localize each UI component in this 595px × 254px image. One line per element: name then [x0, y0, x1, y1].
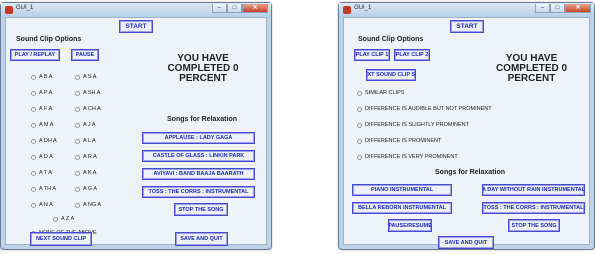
start-button[interactable]: START: [450, 20, 484, 33]
radio-icon: [31, 122, 36, 128]
save-quit-button[interactable]: SAVE AND QUIT: [175, 232, 228, 246]
radio-icon: [75, 154, 80, 160]
song-button-2[interactable]: CASTLE OF GLASS : LINKIN PARK: [142, 150, 255, 162]
radio-icon: [31, 106, 36, 112]
option-afa[interactable]: A F A: [31, 106, 52, 112]
option-slightly-prominent[interactable]: DIFFERENCE IS SLIGHTLY PROMINENT: [357, 122, 469, 128]
radio-icon: [31, 170, 36, 176]
window-title: GUI_1: [16, 5, 34, 11]
window-title: GUI_1: [354, 5, 372, 11]
radio-icon: [75, 170, 80, 176]
title-bar: GUI_1 – □ ✕: [339, 3, 594, 17]
play-clip-2-button[interactable]: PLAY CLIP 2: [394, 49, 430, 61]
option-ana[interactable]: A N A: [31, 202, 53, 208]
minimize-button[interactable]: –: [535, 4, 550, 13]
option-asha[interactable]: A SH A: [75, 90, 100, 96]
option-aba[interactable]: A B A: [31, 74, 52, 80]
section-label: Sound Clip Options: [16, 36, 82, 43]
option-acha[interactable]: A CH A: [75, 106, 101, 112]
song-button-4[interactable]: TOSS : THE CORRS : INSTRUMENTAL: [482, 202, 585, 214]
radio-icon: [357, 138, 362, 144]
close-button[interactable]: ✕: [565, 4, 591, 13]
radio-icon: [31, 202, 36, 208]
option-similar-clips[interactable]: SIMILAR CLIPS: [357, 90, 404, 96]
status-line: PERCENT: [179, 73, 227, 84]
completion-status: YOU HAVE COMPLETED 0 PERCENT: [148, 54, 258, 84]
radio-icon: [75, 186, 80, 192]
stop-song-button[interactable]: STOP THE SONG: [508, 219, 560, 232]
option-ama[interactable]: A M A: [31, 122, 53, 128]
left-window: GUI_1 – □ ✕ START Sound Clip Options PLA…: [0, 2, 272, 250]
song-button-2[interactable]: A DAY WITHOUT RAIN INSTRUMENTAL: [482, 184, 585, 196]
radio-icon: [31, 154, 36, 160]
radio-icon: [31, 138, 36, 144]
radio-icon: [75, 122, 80, 128]
save-quit-button[interactable]: SAVE AND QUIT: [438, 236, 494, 249]
radio-icon: [31, 90, 36, 96]
next-sound-clip-button[interactable]: NEXT SOUND CLIP: [30, 232, 92, 246]
songs-label: Songs for Relaxation: [167, 116, 238, 123]
option-ata[interactable]: A T A: [31, 170, 52, 176]
song-button-1[interactable]: APPLAUSE : LADY GAGA: [142, 132, 255, 144]
radio-icon: [75, 90, 80, 96]
option-aka[interactable]: A K A: [75, 170, 96, 176]
app-icon: [343, 6, 351, 14]
song-button-4[interactable]: TOSS : THE CORRS : INSTRUMENTAL: [142, 186, 255, 198]
option-adha[interactable]: A DH A: [31, 138, 57, 144]
pause-resume-button[interactable]: PAUSE/RESUME: [388, 219, 432, 232]
play-clip-1-button[interactable]: PLAY CLIP 1: [354, 49, 390, 61]
radio-icon: [31, 74, 36, 80]
radio-icon: [357, 90, 362, 96]
option-ala[interactable]: A L A: [75, 138, 96, 144]
maximize-button[interactable]: □: [550, 4, 565, 13]
song-button-3[interactable]: AVIYAVI : BAND BAAJA BAARATH: [142, 168, 255, 180]
minimize-button[interactable]: –: [212, 4, 227, 13]
pause-button[interactable]: PAUSE: [71, 49, 99, 61]
status-line: PERCENT: [507, 73, 556, 84]
start-button[interactable]: START: [119, 20, 153, 33]
play-replay-button[interactable]: PLAY / REPLAY: [10, 49, 60, 61]
radio-icon: [75, 74, 80, 80]
section-label: Sound Clip Options: [358, 36, 424, 43]
radio-icon: [53, 216, 58, 222]
option-ara[interactable]: A R A: [75, 154, 97, 160]
option-aja[interactable]: A J A: [75, 122, 96, 128]
right-window: GUI_1 – □ ✕ START Sound Clip Options PLA…: [338, 2, 595, 250]
song-button-3[interactable]: BELLA REBORN INSTRUMENTAL: [352, 202, 452, 214]
radio-icon: [75, 202, 80, 208]
option-prominent[interactable]: DIFFERENCE IS PROMINENT: [357, 138, 441, 144]
radio-icon: [357, 122, 362, 128]
radio-icon: [357, 154, 362, 160]
option-asa[interactable]: A S A: [75, 74, 96, 80]
option-apa[interactable]: A P A: [31, 90, 52, 96]
option-ada[interactable]: A D A: [31, 154, 53, 160]
radio-icon: [357, 106, 362, 112]
radio-icon: [31, 186, 36, 192]
option-very-prominent[interactable]: DIFFERENCE IS VERY PROMINENT: [357, 154, 458, 160]
option-audible-not-prominent[interactable]: DIFFERENCE IS AUDIBLE BUT NOT PROMINENT: [357, 106, 492, 112]
maximize-button[interactable]: □: [227, 4, 242, 13]
songs-label: Songs for Relaxation: [435, 169, 506, 176]
client-area: START Sound Clip Options PLAY CLIP 1 PLA…: [343, 17, 590, 249]
title-bar: GUI_1 – □ ✕: [1, 3, 271, 17]
close-button[interactable]: ✕: [242, 4, 268, 13]
option-anga[interactable]: A NG A: [75, 202, 101, 208]
stop-song-button[interactable]: STOP THE SONG: [174, 203, 228, 216]
option-aga[interactable]: A G A: [75, 186, 97, 192]
app-icon: [5, 6, 13, 14]
song-button-1[interactable]: PIANO INSTRUMENTAL: [352, 184, 452, 196]
option-aza[interactable]: A Z A: [53, 216, 74, 222]
option-atha[interactable]: A TH A: [31, 186, 56, 192]
completion-status: YOU HAVE COMPLETED 0 PERCENT: [479, 54, 584, 84]
next-sound-clip-set-button[interactable]: NEXT SOUND CLIP SET: [366, 69, 416, 81]
radio-icon: [75, 138, 80, 144]
client-area: START Sound Clip Options PLAY / REPLAY P…: [5, 17, 267, 246]
radio-icon: [75, 106, 80, 112]
